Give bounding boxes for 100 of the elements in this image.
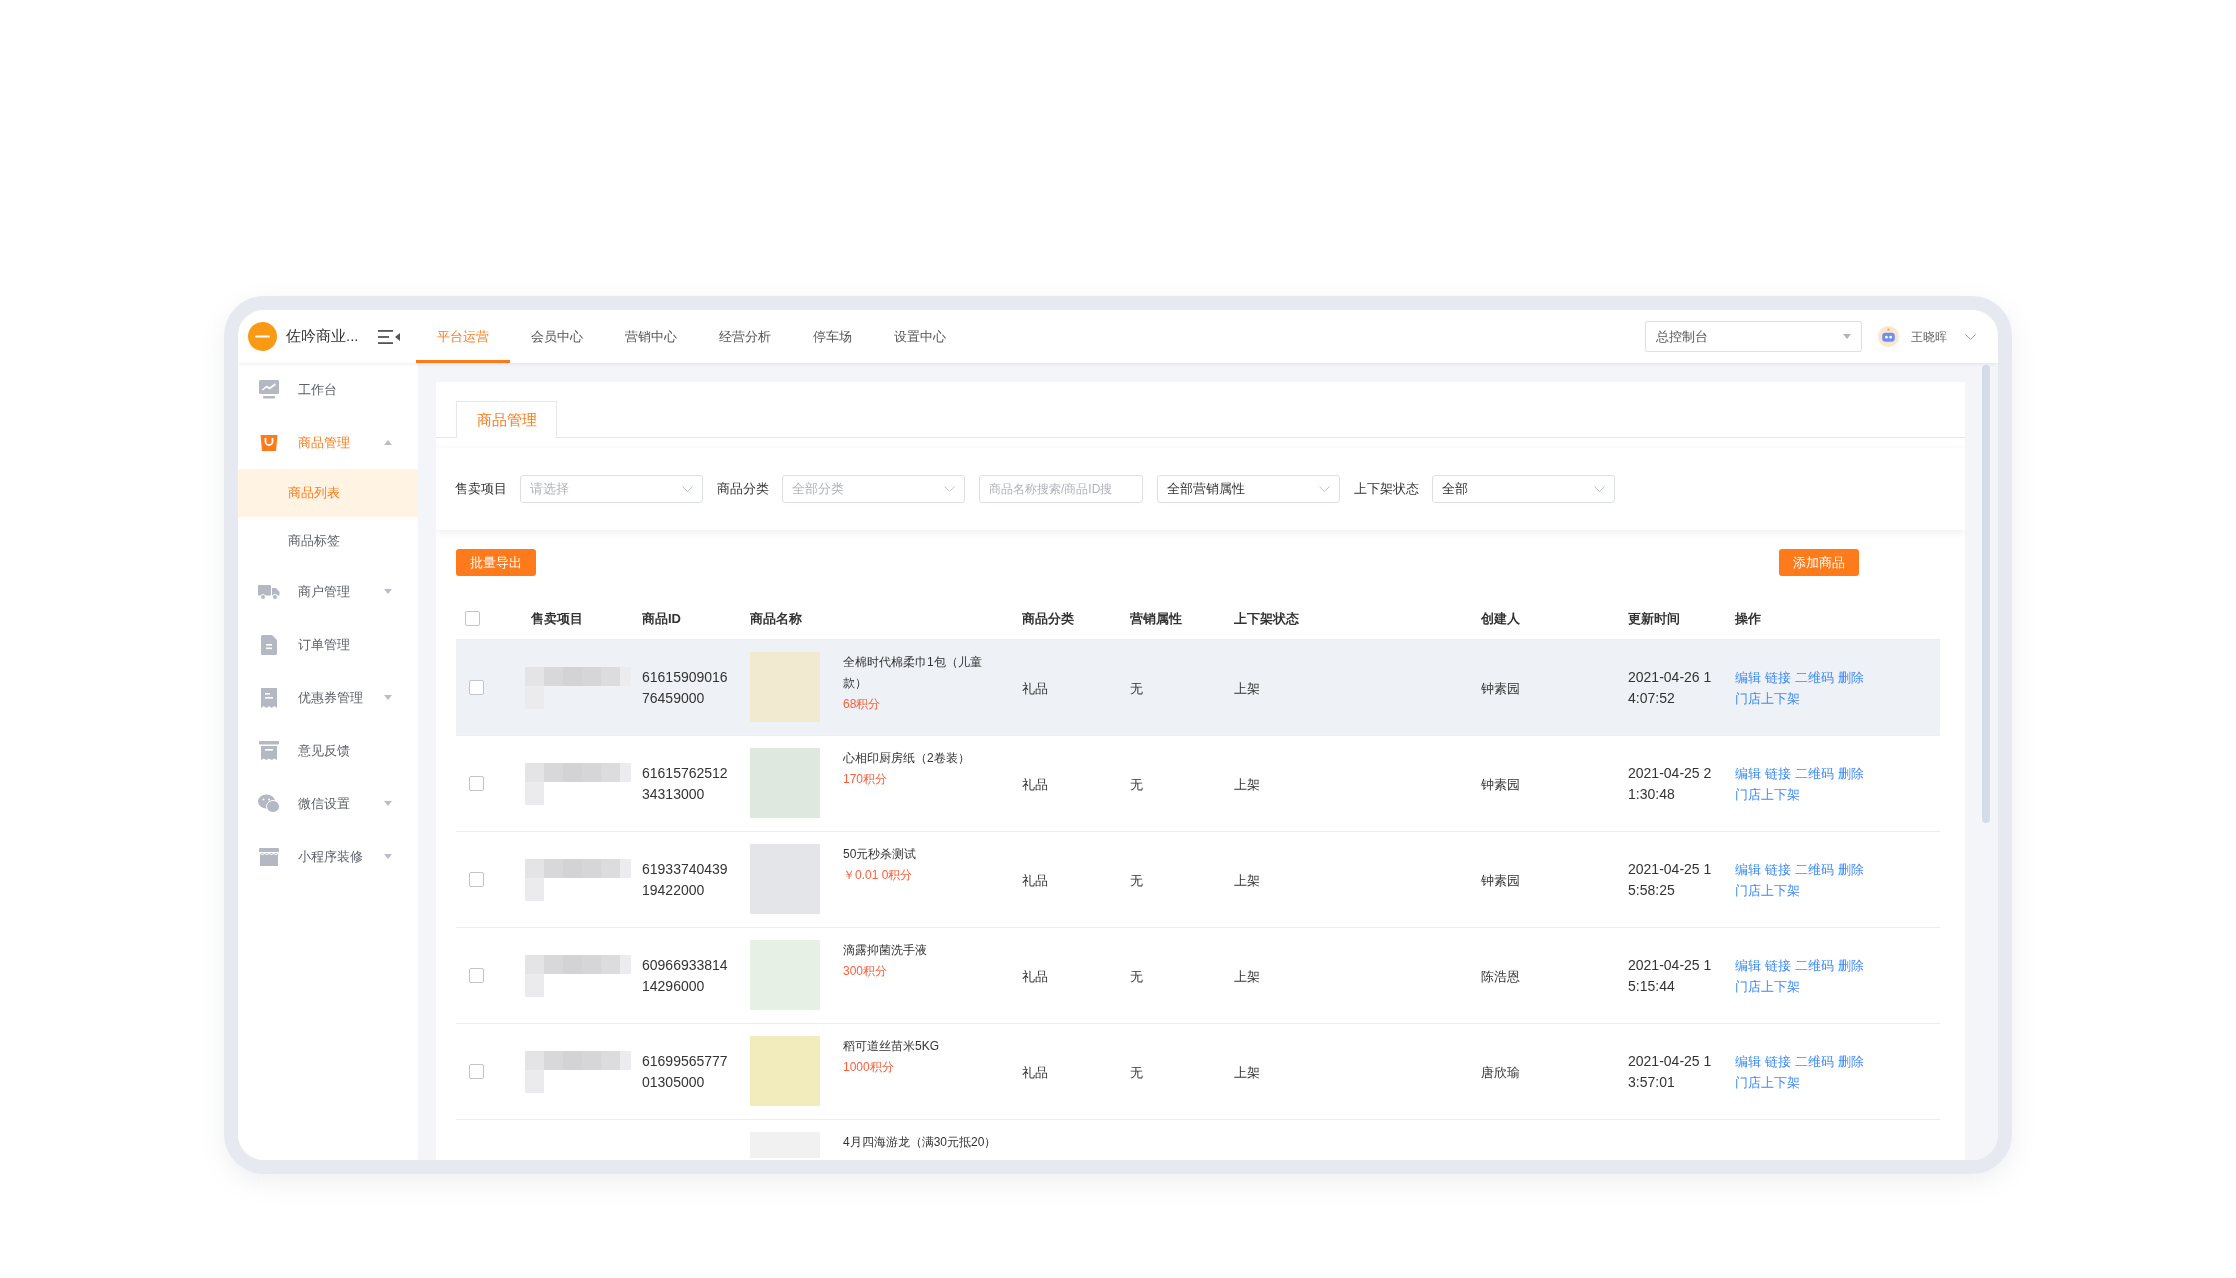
export-button[interactable]: 批量导出 — [456, 549, 536, 576]
checkbox[interactable] — [465, 610, 480, 626]
action-link[interactable]: 门店上下架 — [1735, 879, 1800, 901]
sidebar-item[interactable]: 微信设置 — [238, 777, 418, 830]
action-link[interactable]: 链接 — [1765, 1050, 1791, 1072]
marketing-attribute: 无 — [1130, 1064, 1143, 1080]
product-name: 心相印厨房纸（2卷装） — [843, 750, 971, 767]
logo-icon — [248, 322, 277, 351]
action-link[interactable]: 二维码 — [1795, 762, 1834, 784]
product-name: 50元秒杀测试 — [843, 846, 918, 863]
action-link[interactable]: 链接 — [1765, 762, 1791, 784]
sidebar-item[interactable]: 小程序装修 — [238, 830, 418, 883]
action-link[interactable]: 删除 — [1838, 954, 1864, 976]
nav-tab[interactable]: 设置中心 — [873, 310, 967, 363]
update-time: 2021-04-25 13:57:01 — [1628, 1051, 1713, 1092]
search-field[interactable]: 商品名称搜索/商品ID搜 — [979, 475, 1143, 503]
category: 礼品 — [1022, 680, 1048, 696]
checkbox[interactable] — [469, 1064, 484, 1079]
action-link[interactable]: 链接 — [1765, 666, 1791, 688]
action-link[interactable]: 编辑 — [1735, 954, 1761, 976]
monitor-chart-icon — [259, 380, 279, 399]
product-id: 6193374043919422000 — [642, 859, 729, 900]
nav-tab[interactable]: 经营分析 — [698, 310, 792, 363]
product-price: ￥0.01 0积分 — [843, 867, 914, 884]
page-tab[interactable]: 商品管理 — [456, 401, 557, 438]
scrollbar-thumb[interactable] — [1982, 365, 1990, 823]
sidebar-item[interactable]: 工作台 — [238, 363, 418, 416]
action-link[interactable]: 门店上下架 — [1735, 783, 1800, 805]
sidebar-item[interactable]: 意见反馈 — [238, 724, 418, 777]
sidebar-item[interactable]: 商户管理 — [238, 565, 418, 618]
receipt-icon — [261, 687, 277, 708]
robot-avatar-icon — [1878, 326, 1899, 347]
marketing-attribute: 无 — [1130, 968, 1143, 984]
nav-tab[interactable]: 停车场 — [792, 310, 873, 363]
nav-tab[interactable]: 会员中心 — [510, 310, 604, 363]
column-header: 营销属性 — [1130, 611, 1182, 626]
shelf-status: 上架 — [1234, 680, 1260, 696]
action-link[interactable]: 删除 — [1838, 666, 1864, 688]
column-header: 创建人 — [1481, 611, 1520, 626]
action-link[interactable]: 编辑 — [1735, 762, 1761, 784]
product-id: 6169956577701305000 — [642, 1051, 729, 1092]
category: 礼品 — [1022, 776, 1048, 792]
creator-name: 唐欣瑜 — [1481, 1064, 1520, 1080]
sidebar-item[interactable]: 商品管理 — [238, 416, 418, 469]
action-link[interactable]: 编辑 — [1735, 1050, 1761, 1072]
select-field[interactable]: 全部营销属性 — [1157, 475, 1340, 503]
category: 礼品 — [1022, 1064, 1048, 1080]
checkbox[interactable] — [469, 872, 484, 887]
shelf-status: 上架 — [1234, 968, 1260, 984]
column-header: 上下架状态 — [1234, 611, 1299, 626]
chevron-down-icon — [682, 486, 693, 492]
storefront-icon — [259, 847, 279, 866]
sidebar-subitem[interactable]: 商品标签 — [238, 517, 418, 565]
action-link[interactable]: 编辑 — [1735, 858, 1761, 880]
action-link[interactable]: 二维码 — [1795, 858, 1834, 880]
action-link[interactable]: 门店上下架 — [1735, 975, 1800, 997]
document-icon — [261, 634, 277, 655]
store-select[interactable]: 总控制台 — [1645, 321, 1862, 352]
shelf-status: 上架 — [1234, 1064, 1260, 1080]
action-link[interactable]: 二维码 — [1795, 954, 1834, 976]
action-link[interactable]: 链接 — [1765, 954, 1791, 976]
select-field[interactable]: 全部 — [1432, 475, 1615, 503]
product-name: 全棉时代棉柔巾1包（儿童款） — [843, 654, 983, 692]
action-link[interactable]: 链接 — [1765, 858, 1791, 880]
user-name[interactable]: 王晓晖 — [1911, 327, 1947, 346]
chevron-down-icon[interactable] — [1965, 333, 1976, 340]
product-name: 稻可道丝苗米5KG — [843, 1038, 940, 1055]
action-link[interactable]: 二维码 — [1795, 1050, 1834, 1072]
chevron-down-icon — [1319, 486, 1330, 492]
action-link[interactable]: 门店上下架 — [1735, 687, 1800, 709]
sidebar-item[interactable]: 优惠券管理 — [238, 671, 418, 724]
action-link[interactable]: 删除 — [1838, 858, 1864, 880]
category: 礼品 — [1022, 872, 1048, 888]
product-id: 6161576251234313000 — [642, 763, 729, 804]
action-link[interactable]: 编辑 — [1735, 666, 1761, 688]
filter-label: 上下架状态 — [1354, 480, 1419, 499]
chevron-down-icon — [1594, 486, 1605, 492]
select-field[interactable]: 全部分类 — [782, 475, 965, 503]
sidebar-item[interactable]: 订单管理 — [238, 618, 418, 671]
chat-bubbles-icon — [258, 794, 280, 813]
brand-name: 佐吟商业... — [286, 326, 359, 347]
sidebar-subitem[interactable]: 商品列表 — [238, 469, 418, 517]
action-link[interactable]: 二维码 — [1795, 666, 1834, 688]
checkbox[interactable] — [469, 776, 484, 791]
product-id: 6161590901676459000 — [642, 667, 729, 708]
action-link[interactable]: 删除 — [1838, 762, 1864, 784]
select-field[interactable]: 请选择 — [520, 475, 703, 503]
checkbox[interactable] — [469, 968, 484, 983]
photo-placeholder — [750, 748, 820, 818]
update-time: 2021-04-25 15:58:25 — [1628, 859, 1713, 900]
menu-icon[interactable] — [378, 328, 400, 345]
product-name: 4月四海游龙（满30元抵20） — [843, 1134, 997, 1151]
add-product-button[interactable]: 添加商品 — [1779, 549, 1859, 576]
nav-tab[interactable]: 营销中心 — [604, 310, 698, 363]
product-price: 1000积分 — [843, 1059, 895, 1076]
action-link[interactable]: 门店上下架 — [1735, 1071, 1800, 1093]
action-link[interactable]: 删除 — [1838, 1050, 1864, 1072]
filter-label: 商品分类 — [717, 480, 769, 499]
truck-icon — [258, 583, 280, 600]
checkbox[interactable] — [469, 680, 484, 695]
